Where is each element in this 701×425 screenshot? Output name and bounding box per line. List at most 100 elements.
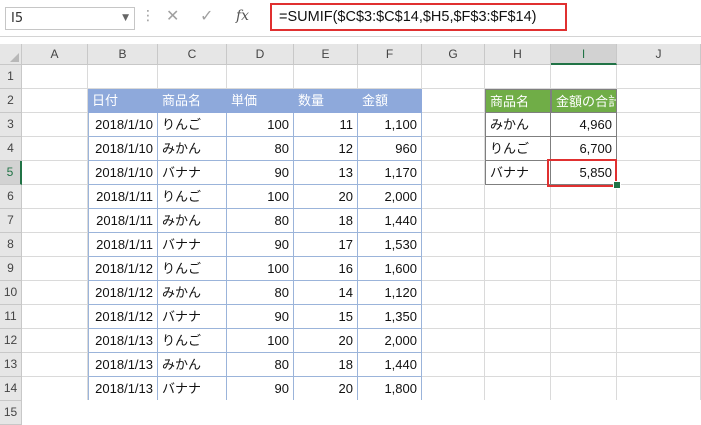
grid-cell[interactable]: [617, 353, 701, 377]
row-header-9[interactable]: 9: [0, 257, 22, 281]
grid-cell[interactable]: [422, 161, 485, 185]
table-cell[interactable]: 14: [294, 281, 358, 305]
summary-cell[interactable]: りんご: [485, 137, 551, 161]
column-header-d[interactable]: D: [227, 44, 294, 65]
table-cell[interactable]: 16: [294, 257, 358, 281]
summary-cell[interactable]: バナナ: [485, 161, 551, 185]
grid-cell[interactable]: [485, 209, 551, 233]
column-header-g[interactable]: G: [422, 44, 485, 65]
grid-cell[interactable]: [422, 185, 485, 209]
column-header-a[interactable]: A: [22, 44, 88, 65]
row-header-2[interactable]: 2: [0, 89, 22, 113]
row-header-5[interactable]: 5: [0, 161, 22, 185]
enter-check-icon[interactable]: ✓: [200, 6, 213, 25]
table-cell[interactable]: 1,440: [358, 209, 422, 233]
table-cell[interactable]: 11: [294, 113, 358, 137]
grid-cell[interactable]: [617, 305, 701, 329]
row-header-6[interactable]: 6: [0, 185, 22, 209]
table-header-cell[interactable]: 日付: [88, 89, 158, 113]
table-cell[interactable]: みかん: [158, 137, 227, 161]
grid-cell[interactable]: [422, 329, 485, 353]
row-header-15[interactable]: 15: [0, 401, 22, 425]
table-cell[interactable]: 18: [294, 353, 358, 377]
grid-cell[interactable]: [485, 257, 551, 281]
table-cell[interactable]: 80: [227, 209, 294, 233]
table-cell[interactable]: 2018/1/13: [88, 377, 158, 400]
grid-cell[interactable]: [422, 65, 485, 89]
table-cell[interactable]: 2018/1/11: [88, 185, 158, 209]
table-cell[interactable]: 12: [294, 137, 358, 161]
grid-cell[interactable]: [551, 65, 617, 89]
table-cell[interactable]: 2018/1/11: [88, 209, 158, 233]
table-cell[interactable]: 2018/1/13: [88, 329, 158, 353]
table-cell[interactable]: 100: [227, 329, 294, 353]
table-cell[interactable]: 2018/1/12: [88, 305, 158, 329]
table-cell[interactable]: バナナ: [158, 233, 227, 257]
row-header-4[interactable]: 4: [0, 137, 22, 161]
table-cell[interactable]: バナナ: [158, 377, 227, 400]
grid-cell[interactable]: [617, 233, 701, 257]
table-cell[interactable]: 1,170: [358, 161, 422, 185]
table-cell[interactable]: 1,350: [358, 305, 422, 329]
summary-cell[interactable]: みかん: [485, 113, 551, 137]
table-cell[interactable]: 80: [227, 137, 294, 161]
grid-cell[interactable]: [617, 377, 701, 400]
name-box[interactable]: I5 ▼: [5, 7, 135, 30]
table-cell[interactable]: 18: [294, 209, 358, 233]
table-cell[interactable]: りんご: [158, 329, 227, 353]
column-header-b[interactable]: B: [88, 44, 158, 65]
table-cell[interactable]: 1,530: [358, 233, 422, 257]
table-cell[interactable]: バナナ: [158, 305, 227, 329]
grid-cell[interactable]: [22, 281, 88, 305]
table-cell[interactable]: 2,000: [358, 329, 422, 353]
grid-cell[interactable]: [485, 353, 551, 377]
table-cell[interactable]: 100: [227, 257, 294, 281]
grid-cell[interactable]: [485, 281, 551, 305]
row-header-7[interactable]: 7: [0, 209, 22, 233]
table-cell[interactable]: 17: [294, 233, 358, 257]
table-cell[interactable]: 80: [227, 353, 294, 377]
grid-cell[interactable]: [22, 65, 88, 89]
table-cell[interactable]: 960: [358, 137, 422, 161]
table-cell[interactable]: 2018/1/13: [88, 353, 158, 377]
grid-cell[interactable]: [22, 185, 88, 209]
grid-cell[interactable]: [617, 137, 701, 161]
summary-header-cell[interactable]: 金額の合計: [551, 89, 617, 113]
column-header-j[interactable]: J: [617, 44, 701, 65]
grid-cell[interactable]: [422, 353, 485, 377]
grid-cell[interactable]: [551, 209, 617, 233]
grid-cell[interactable]: [22, 257, 88, 281]
grid-cell[interactable]: [227, 65, 294, 89]
grid-cell[interactable]: [485, 185, 551, 209]
table-header-cell[interactable]: 商品名: [158, 89, 227, 113]
grid-cell[interactable]: [617, 161, 701, 185]
table-cell[interactable]: 100: [227, 113, 294, 137]
table-cell[interactable]: 2,000: [358, 185, 422, 209]
table-cell[interactable]: 20: [294, 377, 358, 400]
formula-input[interactable]: =SUMIF($C$3:$C$14,$H5,$F$3:$F$14): [270, 3, 567, 31]
table-cell[interactable]: 2018/1/12: [88, 257, 158, 281]
table-cell[interactable]: 90: [227, 377, 294, 400]
row-header-8[interactable]: 8: [0, 233, 22, 257]
row-header-3[interactable]: 3: [0, 113, 22, 137]
column-header-e[interactable]: E: [294, 44, 358, 65]
grid-cell[interactable]: [22, 89, 88, 113]
grid-cell[interactable]: [485, 377, 551, 400]
grid-cell[interactable]: [22, 353, 88, 377]
table-cell[interactable]: りんご: [158, 185, 227, 209]
fill-handle[interactable]: [613, 181, 621, 189]
grid-cell[interactable]: [22, 233, 88, 257]
table-cell[interactable]: みかん: [158, 281, 227, 305]
row-header-11[interactable]: 11: [0, 305, 22, 329]
table-cell[interactable]: 90: [227, 233, 294, 257]
grid-cell[interactable]: [22, 209, 88, 233]
table-cell[interactable]: 1,120: [358, 281, 422, 305]
grid-cell[interactable]: [551, 305, 617, 329]
table-cell[interactable]: 90: [227, 161, 294, 185]
table-header-cell[interactable]: 金額: [358, 89, 422, 113]
table-cell[interactable]: みかん: [158, 353, 227, 377]
grid-cell[interactable]: [617, 281, 701, 305]
grid-cell[interactable]: [22, 305, 88, 329]
grid-cell[interactable]: [551, 233, 617, 257]
grid-cell[interactable]: [617, 257, 701, 281]
